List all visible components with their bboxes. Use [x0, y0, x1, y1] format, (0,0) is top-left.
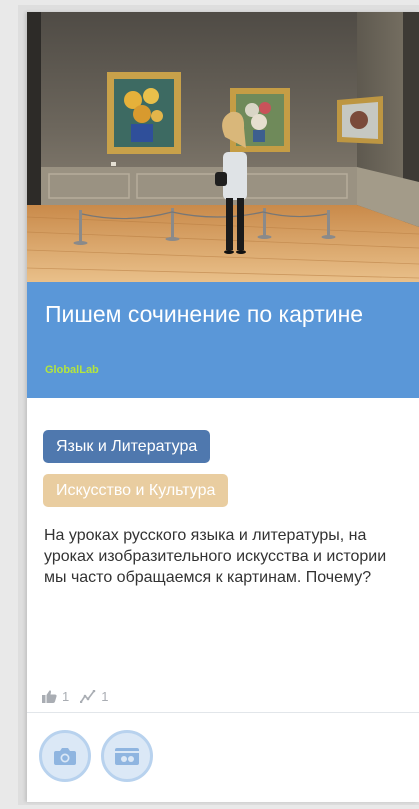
- tag-language-literature[interactable]: Язык и Литература: [43, 430, 211, 463]
- likes-stat[interactable]: 1: [42, 689, 69, 704]
- title-band: Пишем сочинение по картине GlobalLab: [27, 282, 419, 398]
- video-icon: [115, 748, 139, 765]
- card-description: На уроках русского языка и литературы, н…: [44, 527, 387, 586]
- museum-gallery-image[interactable]: [27, 12, 419, 282]
- card-title[interactable]: Пишем сочинение по картине: [45, 300, 405, 328]
- activity-stat[interactable]: 1: [80, 689, 108, 704]
- photo-button[interactable]: [39, 730, 91, 782]
- video-button[interactable]: [101, 730, 153, 782]
- thumbs-up-icon: [42, 689, 57, 703]
- card-stats: 1 1: [42, 688, 119, 704]
- project-card[interactable]: Пишем сочинение по картине GlobalLab Язы…: [27, 12, 419, 802]
- camera-icon: [54, 748, 76, 765]
- tag-art-culture[interactable]: Искусство и Культура: [43, 474, 229, 507]
- activity-count: 1: [101, 688, 109, 704]
- likes-count: 1: [62, 688, 70, 704]
- activity-chart-icon: [80, 689, 96, 703]
- card-footer: [27, 713, 419, 802]
- organization-link[interactable]: GlobalLab: [45, 364, 99, 376]
